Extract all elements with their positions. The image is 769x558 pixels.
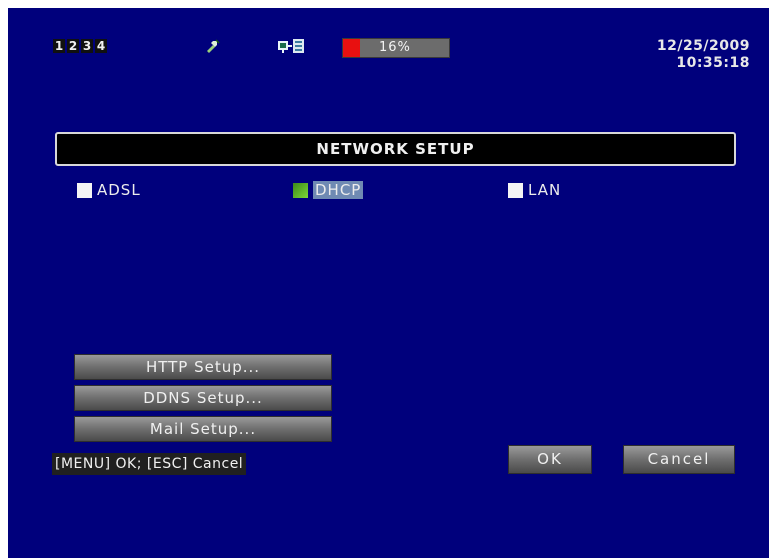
http-setup-button[interactable]: HTTP Setup...	[74, 354, 332, 380]
channel-4[interactable]: 4	[95, 39, 107, 53]
channel-indicators: 1 2 3 4	[53, 39, 107, 53]
adsl-label: ADSL	[97, 181, 141, 199]
hdd-usage-bar: 16%	[342, 38, 450, 58]
tool-icon	[204, 38, 220, 54]
ok-button[interactable]: OK	[508, 445, 592, 474]
network-icon	[278, 39, 304, 53]
date-label: 12/25/2009	[656, 38, 750, 54]
channel-1[interactable]: 1	[53, 39, 65, 53]
dvr-screen: 1 2 3 4 16% 12/25/2009 10:35:18 NETWORK …	[8, 8, 769, 558]
channel-3[interactable]: 3	[81, 39, 93, 53]
option-adsl[interactable]: ADSL	[77, 180, 141, 200]
lan-label: LAN	[528, 181, 562, 199]
dhcp-label: DHCP	[313, 181, 364, 199]
channel-2[interactable]: 2	[67, 39, 79, 53]
option-lan[interactable]: LAN	[508, 180, 561, 200]
dhcp-checkbox[interactable]	[293, 182, 308, 198]
cancel-button[interactable]: Cancel	[623, 445, 735, 474]
datetime: 12/25/2009 10:35:18	[657, 38, 750, 72]
key-hint: [MENU] OK; [ESC] Cancel	[52, 453, 247, 475]
dialog-title: NETWORK SETUP	[55, 132, 736, 166]
time-label: 10:35:18	[676, 55, 750, 71]
lan-checkbox[interactable]	[508, 182, 523, 198]
mail-setup-button[interactable]: Mail Setup...	[74, 416, 332, 442]
adsl-checkbox[interactable]	[77, 182, 92, 198]
hdd-usage-fill	[343, 39, 360, 57]
option-dhcp[interactable]: DHCP	[293, 180, 364, 200]
ddns-setup-button[interactable]: DDNS Setup...	[74, 385, 332, 411]
hdd-usage-label: 16%	[379, 40, 411, 55]
